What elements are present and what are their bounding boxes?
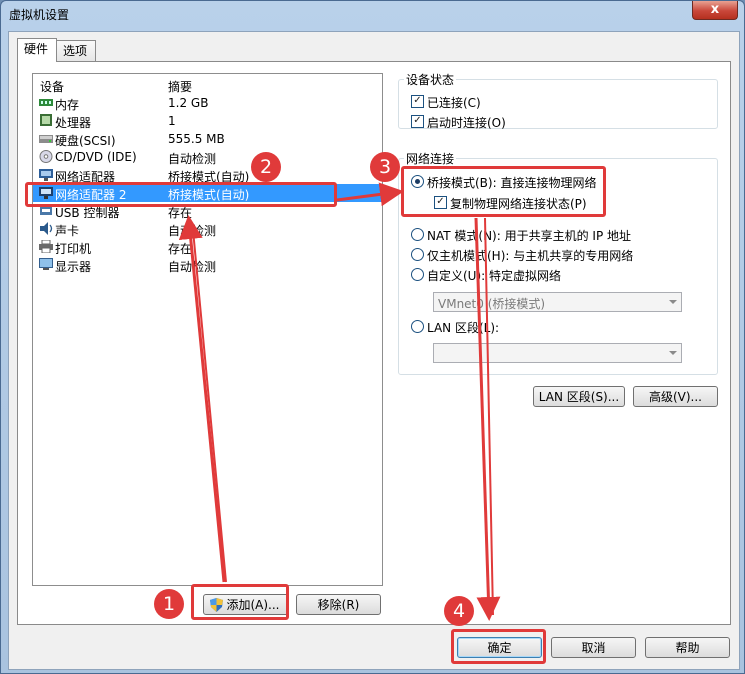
tab-hardware[interactable]: 硬件 [17, 38, 57, 62]
step-3-badge: 3 [370, 152, 400, 182]
arrow-device-to-options [336, 182, 404, 207]
arrow-add-to-list [178, 215, 226, 583]
step-1-badge: 1 [154, 589, 184, 619]
step-4-badge: 4 [444, 596, 474, 626]
arrow-add-to-list-shadow [192, 229, 227, 583]
annotation-arrows [178, 182, 501, 621]
step-2-badge: 2 [251, 152, 281, 182]
